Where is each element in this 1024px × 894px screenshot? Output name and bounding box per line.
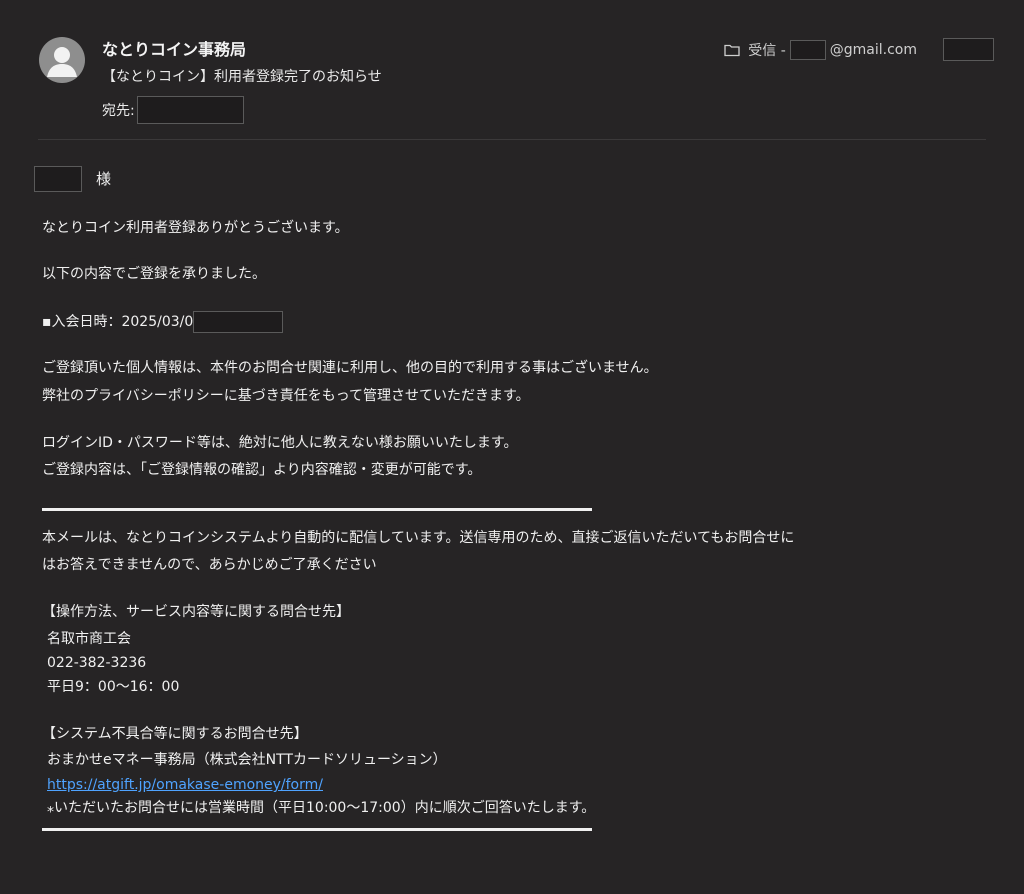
- login-line-1: ログインID・パスワード等は、絶対に他人に教えない様お願いいたします。: [42, 435, 518, 451]
- contact1-phone: 022-382-3236: [47, 655, 147, 671]
- recipient-line: 宛先:: [102, 96, 244, 124]
- sender-avatar-icon: [39, 37, 85, 83]
- sender-name: なとりコイン事務局: [102, 40, 247, 59]
- to-label: 宛先:: [102, 103, 135, 119]
- mailbox-prefix: 受信 -: [748, 43, 786, 59]
- mailbox-suffix: @gmail.com: [829, 42, 917, 58]
- contact1-hours: 平日9：00〜16：00: [47, 679, 180, 695]
- auto-mail-line-1: 本メールは、なとりコインシステムより自動的に配信しています。送信専用のため、直接…: [42, 530, 795, 546]
- redacted-name: [34, 166, 82, 192]
- separator-bottom: [42, 828, 592, 831]
- login-line-2: ご登録内容は、「ご登録情報の確認」より内容確認・変更が可能です。: [42, 462, 482, 478]
- contact2-name: おまかせeマネー事務局（株式会社NTTカードソリューション）: [47, 752, 447, 768]
- contact2-title: 【システム不具合等に関するお問合せ先】: [42, 726, 308, 742]
- contact1-title: 【操作方法、サービス内容等に関する問合せ先】: [42, 604, 350, 620]
- auto-mail-line-2: はお答えできませんので、あらかじめご了承ください: [42, 557, 377, 573]
- contact-form-link[interactable]: https://atgift.jp/omakase-emoney/form/: [47, 775, 323, 795]
- thanks-text: なとりコイン利用者登録ありがとうございます。: [42, 220, 349, 236]
- redacted-date: [943, 38, 994, 61]
- email-header: なとりコイン事務局 【なとりコイン】利用者登録完了のお知らせ 宛先: 受信 - …: [0, 0, 1024, 140]
- contact1-name: 名取市商工会: [47, 631, 131, 647]
- folder-icon: [724, 44, 740, 57]
- email-subject: 【なとりコイン】利用者登録完了のお知らせ: [102, 69, 382, 85]
- honorific: 様: [96, 170, 112, 188]
- registered-text: 以下の内容でご登録を承りました。: [42, 266, 266, 282]
- separator-top: [42, 508, 592, 511]
- privacy-line-1: ご登録頂いた個人情報は、本件のお問合せ関連に利用し、他の目的で利用する事はござい…: [42, 360, 658, 376]
- join-date-label: ▪入会日時：2025/03/0: [42, 314, 194, 330]
- greeting-line: 様: [34, 166, 111, 192]
- redacted-email-user: [789, 40, 826, 60]
- privacy-line-2: 弊社のプライバシーポリシーに基づき責任をもって管理させていただきます。: [42, 388, 530, 404]
- redacted-date-part: [193, 311, 284, 333]
- contact2-note: ⁎いただいたお問合せには営業時間（平日10:00〜17:00）内に順次ご回答いた…: [47, 800, 596, 816]
- redacted-recipient: [136, 96, 244, 124]
- header-divider: [38, 139, 986, 140]
- mailbox-indicator[interactable]: 受信 - @gmail.com: [724, 40, 917, 60]
- join-date-line: ▪入会日時：2025/03/0: [42, 311, 284, 333]
